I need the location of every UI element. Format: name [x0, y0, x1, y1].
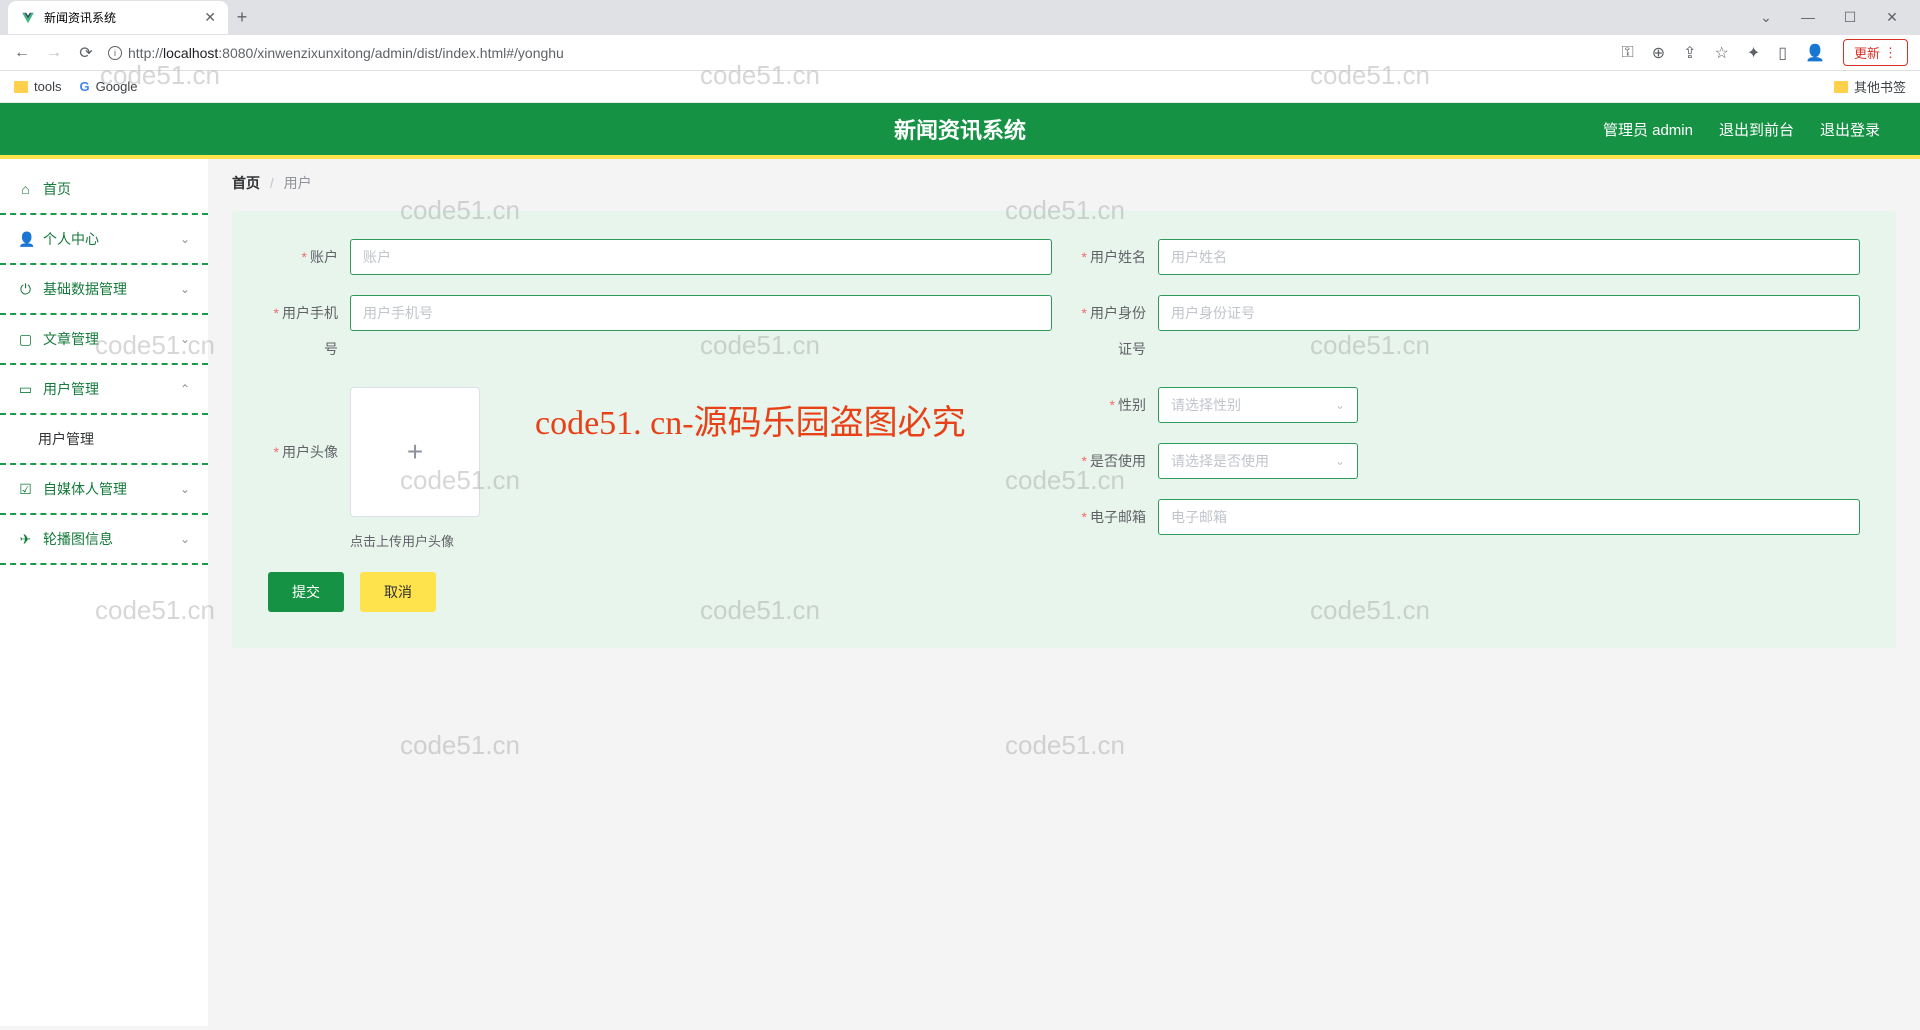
- window-controls: ⌄ — ☐ ✕: [1754, 9, 1920, 26]
- phone-input[interactable]: [350, 295, 1052, 331]
- form-panel: *账户 *用户姓名 *用户手机号 *用户身份证号: [232, 211, 1896, 648]
- idcard-label: 用户身份证号: [1090, 305, 1146, 357]
- content: 首页 / 用户 *账户 *用户姓名 *用户手机号: [208, 159, 1920, 1026]
- username-label: 用户姓名: [1090, 249, 1146, 265]
- sidebar-item-label: 轮播图信息: [43, 529, 113, 549]
- chevron-down-icon: ⌄: [1335, 398, 1345, 412]
- address-bar[interactable]: i http://localhost:8080/xinwenzixunxiton…: [108, 45, 1610, 61]
- share-icon[interactable]: ⇪: [1683, 43, 1696, 63]
- key-icon[interactable]: ⚿: [1622, 44, 1634, 62]
- power-icon: ⏻: [18, 281, 33, 298]
- breadcrumb-current: 用户: [284, 175, 312, 191]
- tab-title: 新闻资讯系统: [44, 9, 116, 26]
- admin-label[interactable]: 管理员 admin: [1603, 119, 1693, 140]
- breadcrumb-home[interactable]: 首页: [232, 175, 260, 191]
- avatar-upload[interactable]: +: [350, 387, 480, 517]
- zoom-icon[interactable]: ⊕: [1652, 43, 1665, 63]
- enabled-select[interactable]: 请选择是否使用⌄: [1158, 443, 1358, 479]
- email-input[interactable]: [1158, 499, 1860, 535]
- sidebar-item-profile[interactable]: 👤 个人中心 ⌄: [0, 215, 208, 265]
- document-icon: ▢: [18, 331, 33, 348]
- email-label: 电子邮箱: [1090, 509, 1146, 525]
- site-info-icon[interactable]: i: [108, 46, 122, 60]
- home-icon: ⌂: [18, 181, 33, 197]
- forward-button[interactable]: →: [44, 44, 64, 62]
- sidebar-item-carousel[interactable]: ✈ 轮播图信息 ⌄: [0, 515, 208, 565]
- sidebar-item-label: 用户管理: [38, 429, 94, 449]
- bookmark-other[interactable]: 其他书签: [1834, 77, 1906, 96]
- nav-bar: ← → ⟳ i http://localhost:8080/xinwenzixu…: [0, 35, 1920, 71]
- reload-button[interactable]: ⟳: [76, 43, 96, 63]
- bookmarks-bar: tools GGoogle 其他书签: [0, 71, 1920, 103]
- sidebar-subitem-usermgmt[interactable]: 用户管理: [0, 415, 208, 465]
- maximize-icon[interactable]: ☐: [1838, 9, 1862, 26]
- browser-tabs: 新闻资讯系统 ✕ + ⌄ — ☐ ✕: [0, 0, 1920, 35]
- chevron-down-icon: ⌄: [180, 482, 190, 496]
- submit-button[interactable]: 提交: [268, 572, 344, 612]
- update-button[interactable]: 更新 ⋮: [1843, 39, 1908, 66]
- sidebar-item-label: 自媒体人管理: [43, 479, 127, 499]
- sidebar-item-label: 基础数据管理: [43, 279, 127, 299]
- vue-favicon: [20, 10, 36, 26]
- url-text: http://localhost:8080/xinwenzixunxitong/…: [128, 45, 564, 61]
- chevron-down-icon: ⌄: [180, 282, 190, 296]
- chevron-down-icon: ⌄: [180, 332, 190, 346]
- gender-select[interactable]: 请选择性别⌄: [1158, 387, 1358, 423]
- sidebar-item-label: 首页: [43, 179, 71, 199]
- close-tab-icon[interactable]: ✕: [204, 9, 216, 26]
- sidebar-item-label: 文章管理: [43, 329, 99, 349]
- account-label: 账户: [310, 249, 338, 265]
- phone-label: 用户手机号: [282, 305, 338, 357]
- bookmark-tools[interactable]: tools: [14, 79, 61, 94]
- chevron-up-icon: ⌃: [180, 382, 190, 396]
- breadcrumb: 首页 / 用户: [232, 173, 1896, 193]
- sidebar-item-basedata[interactable]: ⏻ 基础数据管理 ⌄: [0, 265, 208, 315]
- send-icon: ✈: [18, 531, 33, 548]
- cancel-button[interactable]: 取消: [360, 572, 436, 612]
- sidebar-item-label: 个人中心: [43, 229, 99, 249]
- upload-hint: 点击上传用户头像: [350, 531, 1052, 550]
- gender-label: 性别: [1118, 397, 1146, 413]
- app-header: 新闻资讯系统 管理员 admin 退出到前台 退出登录: [0, 103, 1920, 159]
- logout-link[interactable]: 退出登录: [1820, 119, 1880, 140]
- profile-icon[interactable]: 👤: [1805, 43, 1825, 63]
- chevron-down-icon: ⌄: [180, 532, 190, 546]
- to-front-link[interactable]: 退出到前台: [1719, 119, 1794, 140]
- sidebar-item-article[interactable]: ▢ 文章管理 ⌄: [0, 315, 208, 365]
- sidebar-item-home[interactable]: ⌂ 首页: [0, 165, 208, 215]
- sidebar-item-media[interactable]: ☑ 自媒体人管理 ⌄: [0, 465, 208, 515]
- star-icon[interactable]: ☆: [1715, 43, 1729, 63]
- chevron-down-icon: ⌄: [1335, 454, 1345, 468]
- avatar-label: 用户头像: [282, 444, 338, 460]
- sidebar-item-usermgmt[interactable]: ▭ 用户管理 ⌃: [0, 365, 208, 415]
- username-input[interactable]: [1158, 239, 1860, 275]
- card-icon: ▭: [18, 381, 33, 398]
- check-icon: ☑: [18, 481, 33, 498]
- panel-icon[interactable]: ▯: [1778, 43, 1787, 63]
- close-window-icon[interactable]: ✕: [1880, 9, 1904, 26]
- minimize-icon[interactable]: —: [1796, 9, 1820, 26]
- bookmark-google[interactable]: GGoogle: [79, 79, 137, 94]
- extensions-icon[interactable]: ✦: [1747, 43, 1760, 63]
- dropdown-icon[interactable]: ⌄: [1754, 9, 1778, 26]
- account-input[interactable]: [350, 239, 1052, 275]
- user-icon: 👤: [18, 231, 33, 248]
- chevron-down-icon: ⌄: [180, 232, 190, 246]
- new-tab-button[interactable]: +: [228, 7, 256, 28]
- sidebar: ⌂ 首页 👤 个人中心 ⌄ ⏻ 基础数据管理 ⌄ ▢ 文章管理 ⌄ ▭ 用户管理…: [0, 159, 208, 1026]
- idcard-input[interactable]: [1158, 295, 1860, 331]
- browser-tab-active[interactable]: 新闻资讯系统 ✕: [8, 1, 228, 34]
- sidebar-item-label: 用户管理: [43, 379, 99, 399]
- app-title: 新闻资讯系统: [894, 113, 1026, 145]
- back-button[interactable]: ←: [12, 44, 32, 62]
- enabled-label: 是否使用: [1090, 453, 1146, 469]
